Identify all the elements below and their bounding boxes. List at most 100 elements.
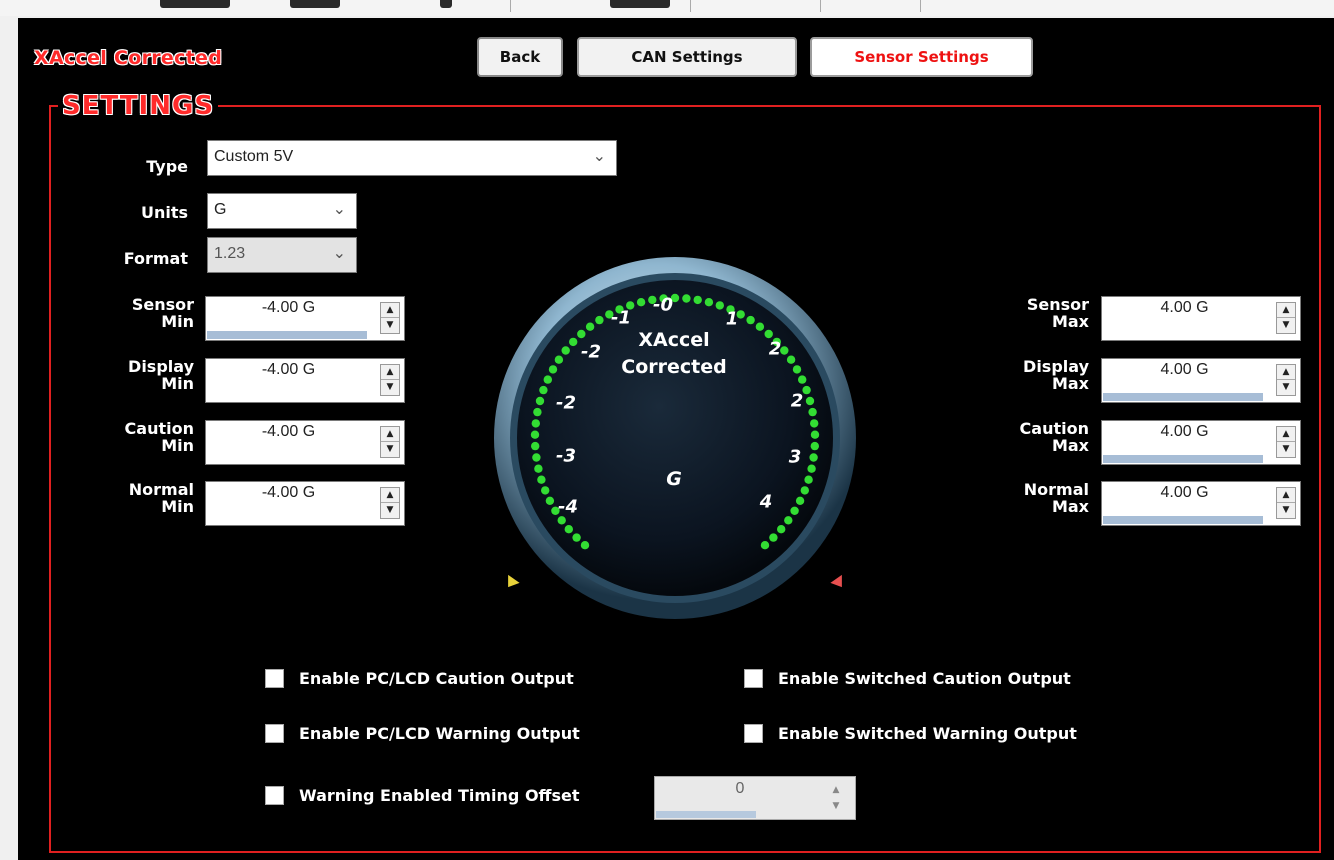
display-min-label: Display Min bbox=[128, 357, 194, 393]
gauge-led-dot bbox=[805, 396, 815, 406]
sensor-min-label: Sensor Min bbox=[131, 295, 194, 331]
sensor-min-field[interactable]: -4.00 G ▲ ▼ bbox=[205, 296, 405, 341]
caution-min-field[interactable]: -4.00 G ▲ ▼ bbox=[205, 420, 405, 465]
timing-offset-value: 0 bbox=[735, 780, 745, 797]
units-select[interactable]: G ⌄ bbox=[207, 193, 357, 229]
gauge-led-dot bbox=[595, 315, 604, 325]
type-select-value: Custom 5V bbox=[214, 148, 294, 165]
toolbar-separator bbox=[690, 0, 691, 12]
gauge-led-dot bbox=[530, 430, 540, 439]
gauge-tick-label: 4 bbox=[759, 491, 773, 513]
sensor-min-spinner[interactable]: ▲ ▼ bbox=[380, 302, 400, 334]
gauge-led-dot bbox=[531, 419, 540, 428]
normal-max-field[interactable]: 4.00 G ▲ ▼ bbox=[1101, 481, 1301, 526]
gauge-led-dot bbox=[784, 516, 793, 525]
format-select-value: 1.23 bbox=[214, 245, 246, 262]
chevron-down-icon: ⌄ bbox=[332, 201, 346, 218]
sensor-min-level-bar bbox=[207, 331, 367, 339]
checkbox-icon[interactable] bbox=[744, 724, 763, 743]
display-max-value: 4.00 G bbox=[1160, 361, 1209, 378]
timing-offset-spinner[interactable]: ▲ ▼ bbox=[827, 782, 845, 814]
gauge-tick-label: -4 bbox=[558, 496, 578, 518]
gauge-title-line1: XAccel bbox=[638, 329, 710, 351]
normal-max-level-bar bbox=[1103, 516, 1263, 524]
back-button[interactable]: Back bbox=[477, 37, 563, 77]
checkbox-icon[interactable] bbox=[265, 669, 284, 688]
gauge-tick-label: -1 bbox=[611, 307, 631, 329]
switched-caution-label: Enable Switched Caution Output bbox=[778, 669, 1071, 688]
normal-min-field[interactable]: -4.00 G ▲ ▼ bbox=[205, 481, 405, 526]
display-min-field[interactable]: -4.00 G ▲ ▼ bbox=[205, 358, 405, 403]
gauge-led-dot bbox=[636, 298, 646, 307]
sensor-max-spinner[interactable]: ▲ ▼ bbox=[1276, 302, 1296, 334]
type-label: Type bbox=[146, 157, 188, 176]
gauge-led-dot bbox=[533, 407, 542, 417]
checkbox-icon[interactable] bbox=[265, 786, 284, 805]
caution-min-label: Caution Min bbox=[124, 419, 194, 455]
gauge-led-dot bbox=[682, 294, 691, 303]
gauge-tick-label: -3 bbox=[556, 445, 576, 467]
display-max-level-bar bbox=[1103, 393, 1263, 401]
format-select[interactable]: 1.23 ⌄ bbox=[207, 237, 357, 273]
caution-max-value: 4.00 G bbox=[1160, 423, 1209, 440]
gauge-led-dot bbox=[704, 298, 714, 307]
gauge-title-line2: Corrected bbox=[621, 356, 727, 378]
caution-max-spinner[interactable]: ▲ ▼ bbox=[1276, 426, 1296, 458]
gauge-led-dot bbox=[545, 496, 555, 505]
gauge-graphic bbox=[494, 257, 856, 619]
can-settings-button[interactable]: CAN Settings bbox=[577, 37, 797, 77]
caution-max-level-bar bbox=[1103, 455, 1263, 463]
type-select[interactable]: Custom 5V ⌄ bbox=[207, 140, 617, 176]
sensor-max-field[interactable]: 4.00 G ▲ ▼ bbox=[1101, 296, 1301, 341]
normal-min-value: -4.00 G bbox=[261, 484, 316, 501]
switched-warning-checkbox[interactable]: Enable Switched Warning Output bbox=[744, 724, 1077, 743]
display-max-spinner[interactable]: ▲ ▼ bbox=[1276, 364, 1296, 396]
sensor-max-label: Sensor Max bbox=[1026, 295, 1089, 331]
gauge-led-dot bbox=[746, 315, 755, 325]
gauge-led-dot bbox=[532, 453, 541, 462]
gauge-tick-label: 2 bbox=[790, 390, 804, 412]
gauge-led-dot bbox=[810, 441, 819, 451]
normal-max-value: 4.00 G bbox=[1160, 484, 1209, 501]
gauge-led-dot bbox=[809, 453, 818, 462]
timing-offset-label: Warning Enabled Timing Offset bbox=[299, 786, 580, 805]
gauge-tick-label: 3 bbox=[788, 446, 802, 468]
toolbar-separator bbox=[920, 0, 921, 12]
sensor-max-value: 4.00 G bbox=[1160, 299, 1209, 316]
timing-offset-checkbox[interactable]: Warning Enabled Timing Offset bbox=[265, 786, 580, 805]
checkbox-icon[interactable] bbox=[265, 724, 284, 743]
gauge-led-dot bbox=[693, 295, 702, 305]
caution-min-spinner[interactable]: ▲ ▼ bbox=[380, 426, 400, 458]
caution-max-field[interactable]: 4.00 G ▲ ▼ bbox=[1101, 420, 1301, 465]
pc-caution-checkbox[interactable]: Enable PC/LCD Caution Output bbox=[265, 669, 574, 688]
normal-min-spinner[interactable]: ▲ ▼ bbox=[380, 487, 400, 519]
units-select-value: G bbox=[214, 201, 227, 218]
gauge-unit: G bbox=[666, 468, 682, 490]
sensor-min-value: -4.00 G bbox=[261, 299, 316, 316]
gauge-led-dot bbox=[572, 533, 581, 542]
toolbar-fragment bbox=[160, 0, 230, 8]
toolbar-fragment bbox=[440, 0, 452, 8]
switched-warning-label: Enable Switched Warning Output bbox=[778, 724, 1077, 743]
checkbox-icon[interactable] bbox=[744, 669, 763, 688]
normal-max-spinner[interactable]: ▲ ▼ bbox=[1276, 487, 1296, 519]
normal-min-label: Normal Min bbox=[128, 480, 194, 516]
gauge-led-dot bbox=[769, 533, 778, 542]
gauge-led-dot bbox=[790, 506, 799, 515]
display-min-spinner[interactable]: ▲ ▼ bbox=[380, 364, 400, 396]
format-label: Format bbox=[123, 249, 188, 268]
chevron-down-icon: ⌄ bbox=[592, 148, 606, 165]
settings-group-title: SETTINGS bbox=[58, 91, 219, 121]
pc-warning-checkbox[interactable]: Enable PC/LCD Warning Output bbox=[265, 724, 580, 743]
toolbar-separator bbox=[820, 0, 821, 12]
caution-min-value: -4.00 G bbox=[261, 423, 316, 440]
timing-offset-field[interactable]: 0 ▲ ▼ bbox=[654, 776, 856, 820]
gauge-led-dot bbox=[810, 430, 820, 439]
gauge-led-dot bbox=[795, 496, 805, 505]
display-max-field[interactable]: 4.00 G ▲ ▼ bbox=[1101, 358, 1301, 403]
sensor-settings-button[interactable]: Sensor Settings bbox=[810, 37, 1033, 77]
gauge-tick-label: 1 bbox=[725, 308, 739, 330]
switched-caution-checkbox[interactable]: Enable Switched Caution Output bbox=[744, 669, 1071, 688]
gauge-led-dot bbox=[535, 396, 545, 406]
gauge-led-dot bbox=[715, 301, 724, 310]
